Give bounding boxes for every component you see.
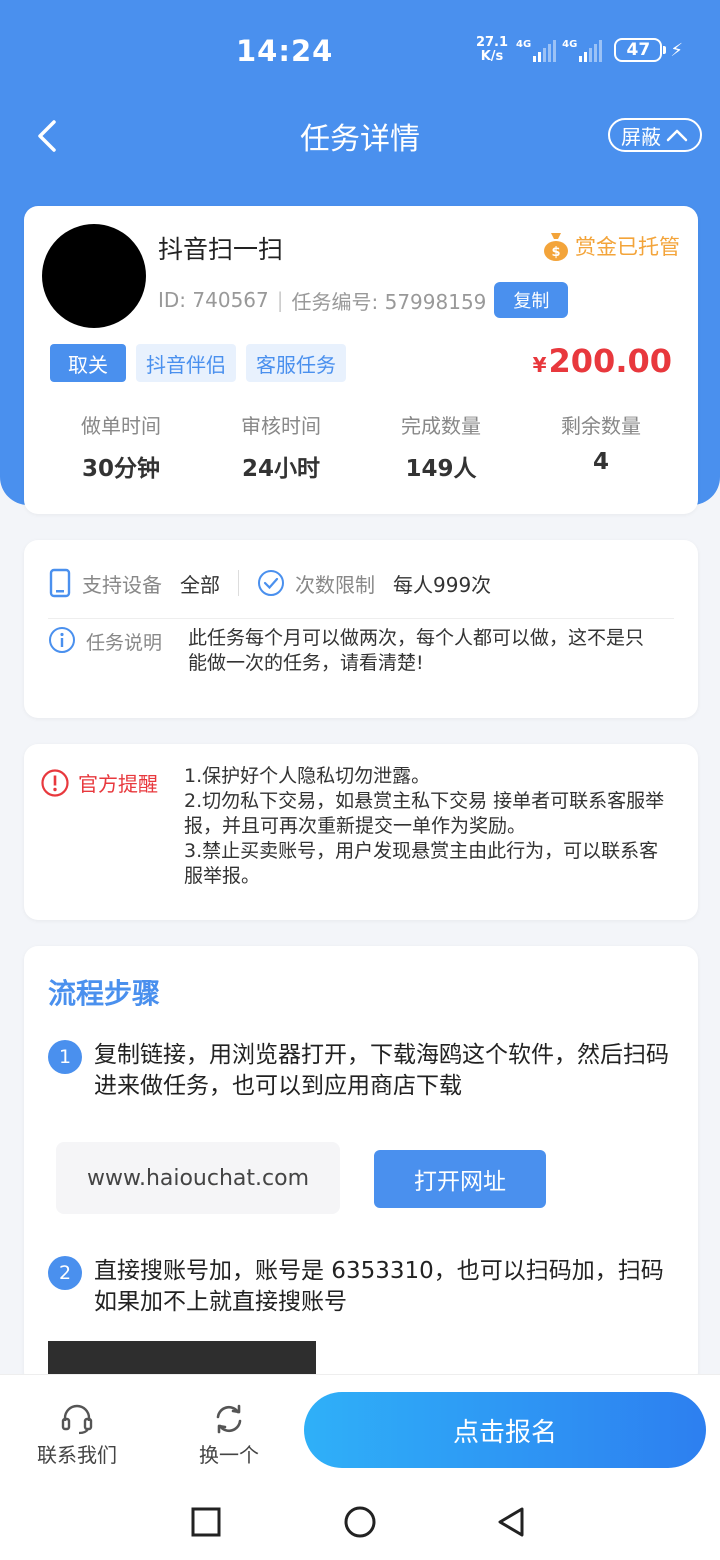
battery-icon: 47	[614, 38, 667, 62]
step-item: 1 复制链接，用浏览器打开，下载海鸥这个软件，然后扫码进来做任务，也可以到应用商…	[48, 1040, 674, 1102]
step-item: 2 直接搜账号加，账号是 6353310，也可以扫码加，扫码如果加不上就直接搜账…	[48, 1256, 674, 1318]
shield-label: 屏蔽	[621, 124, 661, 149]
desc-label: 任务说明	[86, 632, 163, 654]
check-circle-icon	[258, 570, 284, 596]
step-text: 复制链接，用浏览器打开，下载海鸥这个软件，然后扫码进来做任务，也可以到应用商店下…	[94, 1042, 669, 1099]
step-number: 1	[48, 1040, 82, 1074]
task-meta: ID: 740567 | 任务编号: 57998159 复制	[158, 282, 569, 318]
steps-title: 流程步骤	[48, 977, 161, 1010]
task-stats: 做单时间 30分钟 审核时间 24小时 完成数量 149人 剩余数量 4	[24, 410, 698, 483]
desc-text: 此任务每个月可以做两次，每个人都可以做，这不是只能做一次的任务，请看清楚!	[188, 627, 645, 674]
network-speed: 27.1 K/s	[475, 35, 509, 64]
avatar	[42, 224, 146, 328]
signal-1-icon: 4G	[516, 39, 557, 62]
recents-icon[interactable]	[190, 1506, 222, 1542]
task-number: 任务编号: 57998159	[291, 289, 487, 314]
official-notice-card: 官方提醒 1.保护好个人隐私切勿泄露。 2.切勿私下交易，如悬赏主私下交易 接单…	[24, 744, 698, 920]
stat-remaining-count: 剩余数量 4	[561, 414, 641, 475]
reward-price: ¥200.00	[532, 342, 672, 380]
url-box[interactable]: www.haiouchat.com	[56, 1142, 340, 1214]
shield-button[interactable]: 屏蔽	[608, 118, 702, 152]
step-text: 直接搜账号加，账号是 6353310，也可以扫码加，扫码如果加不上就直接搜账号	[94, 1258, 664, 1315]
open-url-button[interactable]: 打开网址	[374, 1150, 546, 1208]
chevron-up-icon	[666, 129, 688, 142]
stat-completed-count: 完成数量 149人	[401, 414, 481, 482]
limit-label: 次数限制	[295, 572, 375, 597]
svg-text:$: $	[551, 245, 560, 260]
charging-icon: ⚡	[670, 39, 683, 61]
limit-value: 每人999次	[393, 572, 492, 597]
task-id: ID: 740567	[158, 288, 269, 312]
phone-icon	[49, 568, 71, 598]
contact-us-button[interactable]: 联系我们	[22, 1403, 132, 1468]
notice-text: 1.保护好个人隐私切勿泄露。 2.切勿私下交易，如悬赏主私下交易 接单者可联系客…	[184, 765, 665, 887]
task-info-card: 支持设备 全部 次数限制 每人999次 任务说明 此任务每个月可以做两次，每个人…	[24, 540, 698, 718]
escrow-badge: $ 赏金已托管	[541, 230, 680, 262]
status-time: 14:24	[236, 34, 334, 68]
stat-work-time: 做单时间 30分钟	[81, 414, 161, 482]
money-bag-icon: $	[544, 233, 568, 261]
step-number: 2	[48, 1256, 82, 1290]
refresh-icon	[216, 1404, 242, 1434]
task-name: 抖音扫一扫	[158, 235, 284, 264]
task-summary-card: 抖音扫一扫 $ 赏金已托管 ID: 740567 | 任务编号: 5799815…	[24, 206, 698, 514]
divider	[48, 618, 674, 619]
bottom-action-bar: 联系我们 换一个 点击报名	[0, 1374, 720, 1485]
info-icon	[49, 627, 75, 653]
apply-button[interactable]: 点击报名	[304, 1392, 706, 1468]
device-value: 全部	[180, 572, 220, 597]
steps-card: 流程步骤 1 复制链接，用浏览器打开，下载海鸥这个软件，然后扫码进来做任务，也可…	[24, 946, 698, 1386]
home-icon[interactable]	[343, 1506, 377, 1542]
task-tags: 取关 抖音伴侣 客服任务	[50, 344, 346, 382]
warning-icon	[41, 769, 69, 797]
signal-2-icon: 4G	[562, 39, 603, 62]
copy-button[interactable]: 复制	[494, 282, 569, 318]
status-icons: 27.1 K/s 4G 4G 47 ⚡	[474, 36, 683, 64]
back-icon[interactable]	[496, 1506, 528, 1542]
switch-task-button[interactable]: 换一个	[174, 1403, 284, 1468]
notice-label: 官方提醒	[78, 772, 158, 796]
device-label: 支持设备	[82, 572, 162, 597]
tag-service-task: 客服任务	[246, 344, 346, 382]
tag-unfollow: 取关	[50, 344, 126, 382]
headset-icon	[61, 1404, 93, 1435]
tag-douyin-companion: 抖音伴侣	[136, 344, 236, 382]
stat-review-time: 审核时间 24小时	[241, 414, 321, 482]
system-nav-bar	[0, 1484, 720, 1560]
